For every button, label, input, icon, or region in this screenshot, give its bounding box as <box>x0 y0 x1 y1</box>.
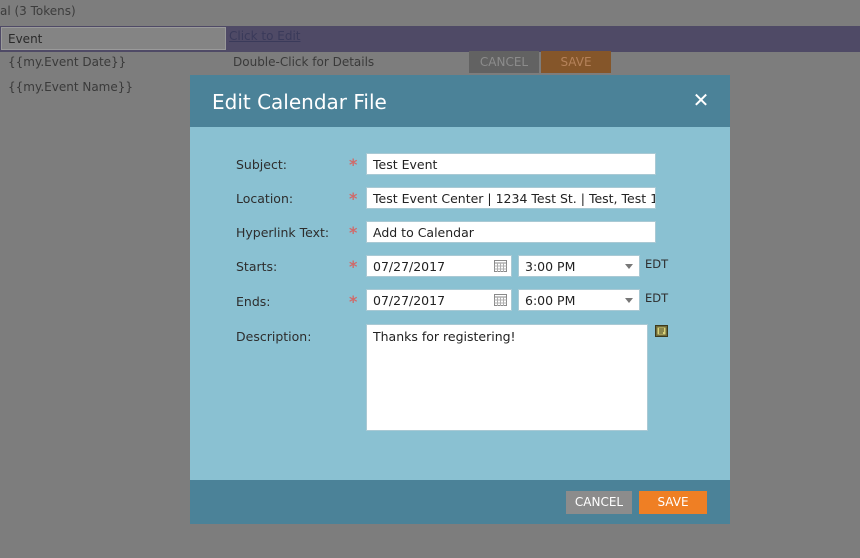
ends-label: Ends: <box>236 294 271 309</box>
rich-text-editor-icon[interactable] <box>655 325 668 337</box>
subject-input[interactable]: Test Event <box>366 153 656 175</box>
required-asterisk-icon: * <box>349 189 358 208</box>
start-date-input[interactable]: 07/27/2017 <box>366 255 512 277</box>
description-textarea[interactable]: Thanks for registering! <box>366 324 648 431</box>
chevron-down-icon <box>625 298 633 303</box>
end-timezone: EDT <box>645 291 669 305</box>
calendar-icon[interactable] <box>494 294 507 306</box>
end-date-value: 07/27/2017 <box>373 293 446 308</box>
dialog-footer: CANCEL SAVE <box>190 480 730 524</box>
close-icon[interactable]: ✕ <box>692 90 710 110</box>
cancel-button[interactable]: CANCEL <box>566 491 632 514</box>
chevron-down-icon <box>625 264 633 269</box>
required-asterisk-icon: * <box>349 257 358 276</box>
start-timezone: EDT <box>645 257 669 271</box>
starts-label: Starts: <box>236 259 278 274</box>
end-date-input[interactable]: 07/27/2017 <box>366 289 512 311</box>
dialog-header: Edit Calendar File ✕ <box>190 75 730 127</box>
save-button[interactable]: SAVE <box>639 491 707 514</box>
tokens-label: al (3 Tokens) <box>0 4 76 18</box>
subject-label: Subject: <box>236 157 287 172</box>
required-asterisk-icon: * <box>349 155 358 174</box>
hyperlink-text-label: Hyperlink Text: <box>236 225 330 240</box>
required-asterisk-icon: * <box>349 223 358 242</box>
event-token-input: Event <box>1 27 226 50</box>
bg-save-button: SAVE <box>541 51 611 73</box>
description-label: Description: <box>236 329 312 344</box>
required-asterisk-icon: * <box>349 292 358 311</box>
dialog-title: Edit Calendar File <box>212 90 387 114</box>
calendar-icon[interactable] <box>494 260 507 272</box>
bg-cancel-button: CANCEL <box>469 51 539 73</box>
end-time-value: 6:00 PM <box>525 293 576 308</box>
location-input[interactable]: Test Event Center | 1234 Test St. | Test… <box>366 187 656 209</box>
hyperlink-text-input[interactable]: Add to Calendar <box>366 221 656 243</box>
token-row-event-name: {{my.Event Name}} <box>8 80 134 94</box>
start-time-value: 3:00 PM <box>525 259 576 274</box>
start-date-value: 07/27/2017 <box>373 259 446 274</box>
start-time-select[interactable]: 3:00 PM <box>518 255 640 277</box>
location-label: Location: <box>236 191 294 206</box>
click-to-edit-link: Click to Edit <box>229 29 301 43</box>
edit-calendar-dialog: Edit Calendar File ✕ Subject: * Test Eve… <box>190 75 730 524</box>
token-row-event-date: {{my.Event Date}} <box>8 55 127 69</box>
double-click-hint: Double-Click for Details <box>233 55 375 69</box>
end-time-select[interactable]: 6:00 PM <box>518 289 640 311</box>
